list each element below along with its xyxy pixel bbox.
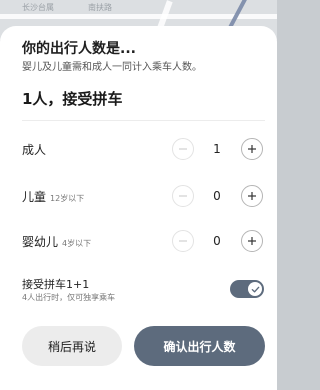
adult-label-text: 成人 [22, 143, 47, 157]
sheet-subtitle: 婴儿及儿童需和成人一同计入乘车人数。 [22, 62, 202, 73]
minus-icon [179, 148, 187, 150]
map-label: 南扶路 [88, 3, 112, 12]
map-label: 长沙台属 [22, 3, 54, 12]
screen: 长沙台属 南扶路 你的出行人数是... 婴儿及儿童需和成人一同计入乘车人数。 1… [0, 0, 277, 390]
minus-icon [179, 195, 187, 197]
infant-label: 婴幼儿 4岁以下 [22, 233, 91, 250]
divider [22, 120, 265, 121]
minus-icon [179, 240, 187, 242]
later-button[interactable]: 稍后再说 [22, 326, 122, 366]
infant-decrement-button[interactable] [172, 230, 194, 252]
sheet-title: 你的出行人数是... [22, 41, 136, 57]
check-icon [251, 286, 259, 293]
child-count: 0 [213, 189, 221, 203]
plus-icon [248, 237, 256, 245]
plus-icon [248, 192, 256, 200]
child-age-note: 12岁以下 [50, 194, 85, 203]
adult-decrement-button[interactable] [172, 138, 194, 160]
adult-label: 成人 [22, 141, 46, 158]
adult-increment-button[interactable] [241, 138, 263, 160]
toggle-knob [248, 282, 262, 296]
passenger-count-sheet: 你的出行人数是... 婴儿及儿童需和成人一同计入乘车人数。 1人，接受拼车 成人… [0, 26, 277, 390]
adult-count: 1 [213, 142, 221, 156]
passenger-summary: 1人，接受拼车 [22, 90, 123, 108]
infant-row: 婴幼儿 4岁以下 0 [0, 228, 277, 254]
infant-label-text: 婴幼儿 [22, 235, 59, 249]
adult-row: 成人 1 [0, 136, 277, 162]
child-label-text: 儿童 [22, 190, 47, 204]
child-row: 儿童 12岁以下 0 [0, 183, 277, 209]
child-decrement-button[interactable] [172, 185, 194, 207]
infant-age-note: 4岁以下 [62, 239, 92, 248]
carpool-sublabel: 4人出行时，仅可独享乘车 [22, 293, 116, 302]
child-increment-button[interactable] [241, 185, 263, 207]
carpool-toggle[interactable] [230, 280, 264, 298]
infant-count: 0 [213, 234, 221, 248]
child-label: 儿童 12岁以下 [22, 188, 84, 205]
confirm-passengers-button[interactable]: 确认出行人数 [134, 326, 265, 366]
carpool-label: 接受拼车1+1 [22, 278, 90, 291]
plus-icon [248, 145, 256, 153]
infant-increment-button[interactable] [241, 230, 263, 252]
